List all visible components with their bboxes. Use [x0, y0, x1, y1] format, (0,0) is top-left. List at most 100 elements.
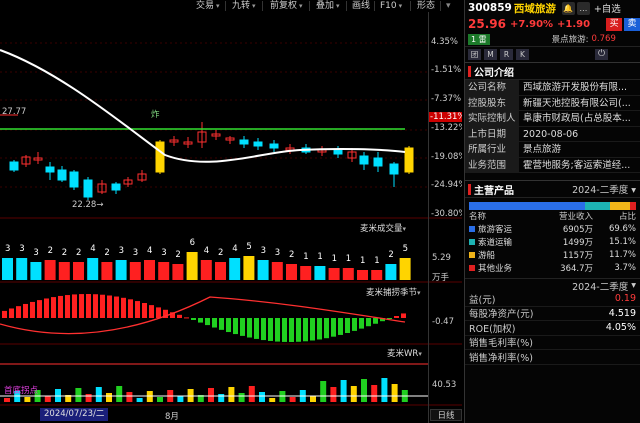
product-name: 其他业务: [469, 262, 533, 274]
wr-bar: [310, 396, 316, 402]
volume-bar: [44, 260, 56, 280]
volume-count-label: 5: [402, 244, 409, 254]
product-row: 其他业务 364.7万 3.7%: [465, 261, 640, 274]
period-daily-button[interactable]: 日线: [430, 409, 462, 421]
wr-bar: [44, 396, 51, 402]
buy-button[interactable]: 买: [606, 17, 623, 31]
bell-icon[interactable]: 🔔: [561, 1, 575, 15]
fin-key: ROE(加权): [469, 323, 516, 335]
toolbar-overlay-menu[interactable]: 叠加 ▾: [316, 0, 340, 12]
seasonal-bar: [177, 314, 182, 318]
wr-bar: [4, 398, 10, 402]
seasonal-bar: [282, 318, 287, 342]
toolbar-more-icon[interactable]: ▾: [446, 0, 451, 12]
toolbar-divider: [262, 1, 263, 11]
wr-bar: [106, 393, 112, 402]
chart-toolbar: 交易 ▾ 九转 ▾ 前复权 ▾ 叠加 ▾ 画线 F10 ▾ 形态 ▾: [0, 0, 464, 12]
volume-count-label: 1: [360, 256, 366, 266]
volume-bar: [2, 258, 13, 280]
board-badge[interactable]: 1 雷: [468, 33, 490, 45]
fin-row: 每股净资产(元) 4.519: [465, 307, 640, 321]
wr-panel-title[interactable]: 麦米WR▾: [387, 347, 422, 359]
toolbar-trade-menu[interactable]: 交易 ▾: [196, 0, 220, 12]
seasonal-bar: [135, 301, 140, 318]
month-axis-label: 8月: [165, 412, 179, 422]
seasonal-bar: [149, 305, 154, 318]
kline-chart[interactable]: 4.35% -1.51% -7.37% -11.31% -13.22% -19.…: [0, 12, 462, 423]
tab-k[interactable]: K: [516, 49, 529, 60]
quote-row: 25.96 +7.90% +1.90 买 卖: [465, 16, 640, 32]
volume-bar: [172, 264, 184, 280]
cursor-date-chip: 2024/07/23/二: [40, 408, 109, 421]
wr-bar: [228, 387, 235, 402]
volume-bar: [215, 262, 226, 280]
seasonal-bar: [247, 318, 252, 338]
wr-bar: [85, 394, 92, 402]
sidebar-tab-strip: 团 M R K ⏻: [465, 46, 640, 62]
volume-count-label: 2: [61, 248, 68, 258]
volume-bar: [328, 268, 340, 280]
seasonal-bar: [79, 294, 84, 318]
more-icon[interactable]: …: [576, 1, 590, 15]
product-revenue: 6905万: [562, 224, 593, 235]
volume-count-label: 6: [189, 238, 196, 248]
seasonal-bar: [86, 294, 91, 318]
revenue-share-segment: [585, 202, 611, 210]
toolbar-jiuzhuan-menu[interactable]: 九转 ▾: [232, 0, 256, 12]
volume-count-label: 3: [5, 244, 11, 254]
wr-bar: [259, 392, 265, 402]
wr-bar: [177, 396, 184, 402]
volume-bar: [385, 264, 397, 280]
pct-axis-label: -13.22%: [431, 123, 462, 133]
volume-panel-title[interactable]: 麦米成交量▾: [360, 222, 406, 234]
tab-group[interactable]: 团: [468, 49, 481, 60]
sector-label: 景点旅游:: [551, 35, 589, 45]
toolbar-f10-menu[interactable]: F10 ▾: [380, 0, 402, 12]
volume-bar: [399, 258, 411, 280]
wr-bar: [320, 381, 327, 402]
revenue-share-segment: [469, 202, 586, 210]
volume-bar: [286, 264, 297, 280]
toolbar-draw-button[interactable]: 画线: [352, 0, 370, 12]
seasonal-bar: [296, 318, 301, 342]
candle-body: [9, 161, 19, 171]
tab-r[interactable]: R: [500, 49, 513, 60]
company-info-row: 公司名称 西域旅游开发股份有限...: [465, 80, 640, 96]
sell-button[interactable]: 卖: [624, 17, 640, 31]
board-row: 1 雷 景点旅游: 0.769: [465, 32, 640, 46]
info-value: 霍营地服务;客运索道经...: [523, 159, 631, 171]
volume-count-label: 3: [33, 248, 39, 258]
volume-bar: [158, 262, 170, 280]
info-key: 业务范围: [465, 157, 519, 172]
info-key: 上市日期: [465, 126, 519, 141]
volume-count-label: 3: [161, 248, 167, 258]
company-info-table: 公司名称 西域旅游开发股份有限... 控股股东 新疆天池控股有限公司(... 实际控制人…: [465, 80, 640, 173]
volume-count-label: 3: [19, 244, 25, 254]
volume-count-label: 2: [218, 248, 224, 258]
toolbar-adjust-menu[interactable]: 前复权 ▾: [270, 0, 303, 12]
product-share: 15.1%: [608, 236, 636, 247]
toolbar-divider: [374, 1, 375, 11]
power-icon[interactable]: ⏻: [595, 49, 608, 60]
tab-m[interactable]: M: [484, 49, 497, 60]
seasonal-bar: [23, 303, 28, 318]
toolbar-pattern-button[interactable]: 形态: [417, 0, 435, 12]
revenue-share-segment: [629, 202, 636, 210]
wr-bottom-caption: 首底拐点: [4, 386, 39, 396]
volume-bar: [30, 262, 42, 280]
pct-axis-label: -24.94%: [431, 180, 462, 190]
fin-key: 每股净资产(元): [469, 309, 534, 321]
seasonal-bar: [345, 318, 350, 333]
seasonal-bar: [310, 318, 315, 341]
wr-bar: [75, 388, 82, 402]
fin-period-select[interactable]: 2024-二季度 ▾: [465, 278, 640, 293]
volume-axis-value: 5.29: [432, 253, 451, 263]
seasonal-panel-title[interactable]: 麦米捕捞季节▾: [366, 286, 421, 298]
product-row: 旅游客运 6905万 69.6%: [465, 222, 640, 235]
seasonal-bar: [373, 318, 378, 324]
add-watchlist-button[interactable]: +自选: [594, 1, 621, 15]
product-name: 旅游客运: [469, 223, 533, 235]
product-period-select[interactable]: 2024-二季度 ▾: [572, 182, 636, 196]
wr-bar: [269, 398, 276, 402]
stock-header: 300859 西域旅游 🔔 … +自选: [465, 0, 640, 16]
